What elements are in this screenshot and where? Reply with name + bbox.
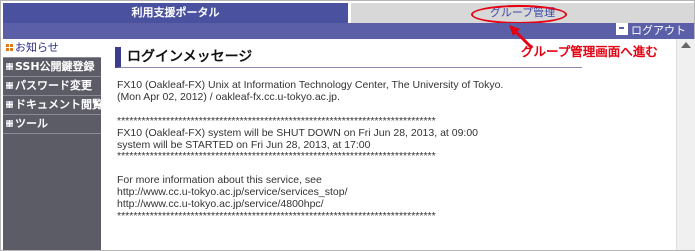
logout-link[interactable]: ログアウト	[616, 23, 686, 39]
header-bar: ログアウト	[3, 23, 694, 39]
login-message: FX10 (Oakleaf-FX) Unix at Information Te…	[117, 79, 504, 222]
sidebar-item-label: パスワード変更	[15, 79, 92, 92]
sidebar-item-label: ドキュメント閲覧	[15, 98, 103, 111]
menu-bullet-icon	[6, 101, 13, 108]
sidebar-item-news[interactable]: お知らせ	[3, 39, 101, 58]
portal-window: 利用支援ポータル グループ管理 ログアウト お知らせ SSH公開鍵登録 パスワー…	[0, 0, 695, 251]
menu-bullet-icon	[6, 63, 13, 70]
sidebar-item-tools[interactable]: ツール	[3, 115, 101, 134]
sidebar-item-ssh-key[interactable]: SSH公開鍵登録	[3, 58, 101, 77]
highlight-oval	[471, 5, 567, 24]
menu-bullet-icon	[6, 120, 13, 127]
sidebar-item-label: お知らせ	[15, 41, 59, 54]
sidebar-item-password[interactable]: パスワード変更	[3, 77, 101, 96]
logout-icon	[616, 23, 628, 35]
main-content: ログインメッセージ FX10 (Oakleaf-FX) Unix at Info…	[101, 39, 676, 250]
annotation-label: グループ管理画面へ進む	[521, 44, 658, 59]
sidebar-item-label: ツール	[15, 117, 48, 130]
logout-label[interactable]: ログアウト	[631, 24, 686, 37]
sidebar-item-label: SSH公開鍵登録	[15, 60, 95, 73]
tab-portal[interactable]: 利用支援ポータル	[3, 3, 348, 23]
sidebar-item-documents[interactable]: ドキュメント閲覧	[3, 96, 103, 115]
menu-bullet-icon	[6, 44, 13, 51]
menu-bullet-icon	[6, 82, 13, 89]
vertical-scrollbar[interactable]	[676, 39, 695, 250]
sidebar: お知らせ SSH公開鍵登録 パスワード変更 ドキュメント閲覧 ツール	[3, 39, 103, 250]
scroll-up-arrow-icon[interactable]	[681, 42, 691, 48]
